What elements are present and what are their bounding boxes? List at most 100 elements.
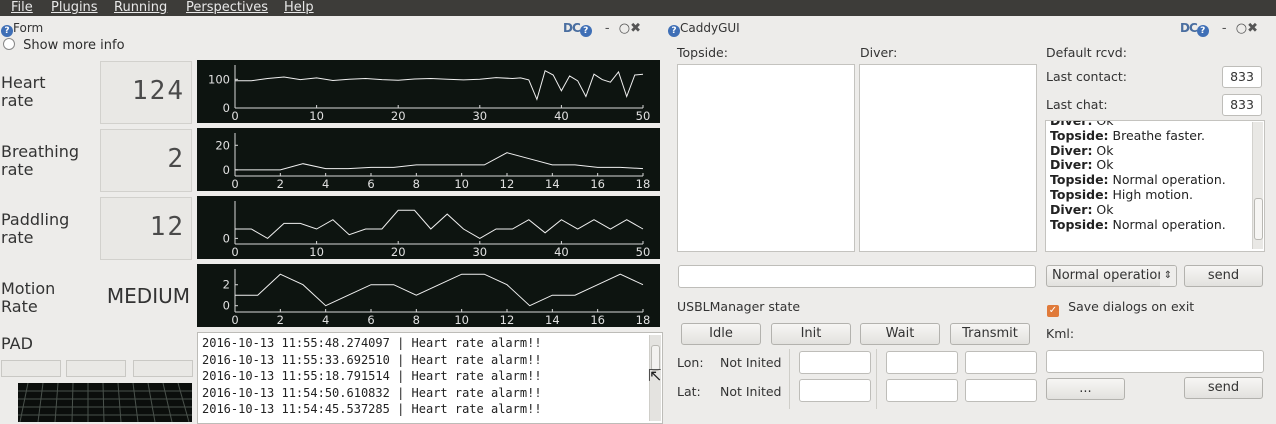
chat-scrollbar-thumb[interactable] — [1254, 198, 1263, 240]
close-icon[interactable]: ✖ — [1247, 21, 1258, 36]
init-button[interactable]: Init — [771, 323, 851, 345]
x-tick-label: 2 — [277, 313, 284, 327]
radio-show-more[interactable] — [3, 38, 15, 50]
lat-field-1[interactable] — [799, 379, 871, 402]
y-tick-label: 0 — [223, 101, 230, 115]
lon-label: Lon: — [677, 355, 704, 370]
menu-help[interactable]: Help — [284, 0, 314, 15]
x-tick-label: 18 — [636, 177, 651, 191]
send-button[interactable]: send — [1184, 265, 1263, 287]
float-icon[interactable]: ○ — [1236, 21, 1247, 36]
lat-field-3[interactable] — [965, 379, 1037, 402]
lon-field-2[interactable] — [886, 351, 958, 374]
lat-label: Lat: — [677, 384, 701, 399]
x-tick-label: 30 — [472, 245, 487, 259]
divider — [789, 349, 790, 409]
x-tick-label: 10 — [454, 313, 469, 327]
lat-field-2[interactable] — [886, 379, 958, 402]
y-tick-label: 0 — [223, 231, 230, 245]
chat-message: Ok — [1092, 201, 1114, 217]
heart-rate-label-2: rate — [1, 91, 34, 110]
last-chat-value: 833 — [1222, 94, 1262, 116]
x-tick-label: 16 — [590, 177, 605, 191]
log-line: 2016-10-13 11:54:45.537285 | Heart rate … — [202, 402, 542, 416]
help-icon[interactable]: ? — [579, 25, 592, 37]
help-icon[interactable]: ? — [668, 25, 680, 37]
chat-message: High motion. — [1108, 186, 1193, 202]
menu-perspectives[interactable]: Perspectives — [186, 0, 268, 15]
x-tick-label: 14 — [545, 177, 560, 191]
diver-text-area[interactable] — [859, 64, 1037, 252]
paddling-rate-label-2: rate — [1, 228, 34, 247]
pad-3d-view[interactable] — [18, 383, 192, 422]
float-icon[interactable]: ○ — [619, 21, 630, 36]
wait-button[interactable]: Wait — [860, 323, 940, 345]
pad-spinbox-1[interactable] — [1, 360, 61, 377]
help-icon[interactable]: ? — [1, 25, 13, 37]
mode-select[interactable]: Normal operation ⇕ — [1046, 265, 1177, 287]
send-kml-button[interactable]: send — [1184, 377, 1263, 399]
show-more-label: Show more info — [23, 38, 125, 53]
pad-spinbox-3[interactable] — [133, 360, 193, 377]
motion-rate-label-1: Motion — [1, 279, 56, 298]
lon-field-1[interactable] — [799, 351, 871, 374]
chat-line: Topside: Breathe faster. — [1050, 128, 1226, 144]
paddling-rate-value: 12 — [149, 212, 185, 242]
heart-rate-label: Heart rate — [1, 74, 46, 110]
x-tick-label: 10 — [454, 177, 469, 191]
x-tick-label: 6 — [367, 313, 374, 327]
pad-spinbox-2[interactable] — [66, 360, 126, 377]
chat-message: Ok — [1092, 142, 1114, 158]
save-dialogs-checkbox[interactable]: ✓ — [1047, 305, 1059, 317]
alarm-log[interactable]: 2016-10-13 11:55:48.274097 | Heart rate … — [197, 332, 663, 424]
diver-label: Diver: — [860, 45, 898, 60]
lon-field-3[interactable] — [965, 351, 1037, 374]
last-chat-label: Last chat: — [1046, 97, 1108, 112]
x-tick-label: 0 — [231, 313, 238, 327]
chat-scrollbar[interactable] — [1252, 122, 1263, 249]
minimize-icon[interactable]: - — [1222, 21, 1227, 36]
chat-history[interactable]: Diver: Ok Topside: Breathe faster. Diver… — [1045, 120, 1265, 252]
motion-rate-label: Motion Rate — [1, 280, 55, 316]
x-tick-label: 8 — [413, 177, 420, 191]
close-icon[interactable]: ✖ — [630, 21, 641, 36]
x-tick-label: 0 — [231, 109, 238, 123]
log-line: 2016-10-13 11:55:33.692510 | Heart rate … — [202, 352, 542, 367]
pad-grid-graphic — [18, 383, 192, 422]
x-tick-label: 10 — [309, 109, 324, 123]
menu-file[interactable]: File — [11, 0, 33, 15]
heart-rate-display: 124 — [100, 61, 192, 124]
kml-input[interactable] — [1046, 350, 1264, 373]
show-more-row[interactable]: Show more info — [3, 38, 125, 53]
form-title: Form — [13, 21, 44, 35]
spinner-arrows-icon: ⇕ — [1160, 266, 1176, 286]
series-line — [235, 209, 644, 240]
x-tick-label: 16 — [590, 313, 605, 327]
minimize-icon[interactable]: - — [605, 21, 610, 36]
heart-rate-plot: 0 10 20 30 40 50 100 0 — [197, 60, 660, 123]
dock-icon[interactable]: DC — [563, 21, 581, 35]
caddy-window-controls: DC? - ○✖ — [1180, 21, 1258, 37]
help-icon[interactable]: ? — [1196, 25, 1209, 37]
x-tick-label: 12 — [500, 313, 515, 327]
series-line — [235, 152, 644, 171]
dock-icon[interactable]: DC — [1180, 21, 1198, 35]
menu-plugins[interactable]: Plugins — [51, 0, 98, 15]
last-contact-value: 833 — [1222, 66, 1262, 88]
menu-running[interactable]: Running — [114, 0, 167, 15]
y-tick-label: 20 — [215, 138, 230, 152]
heart-rate-chart: 0 10 20 30 40 50 100 0 — [208, 65, 650, 123]
message-input[interactable] — [678, 265, 1036, 288]
heart-rate-label-1: Heart — [1, 73, 46, 92]
pad-label: PAD — [1, 334, 33, 353]
transmit-button[interactable]: Transmit — [950, 323, 1030, 345]
save-dialogs-row[interactable]: ✓ Save dialogs on exit — [1047, 299, 1194, 317]
breathing-rate-label-1: Breathing — [1, 142, 80, 161]
browse-button[interactable]: ... — [1046, 378, 1125, 400]
breathing-rate-label: Breathing rate — [1, 143, 79, 179]
idle-button[interactable]: Idle — [681, 323, 761, 345]
x-tick-label: 40 — [554, 109, 569, 123]
x-tick-label: 20 — [391, 109, 406, 123]
breathing-rate-chart: 0 2 4 6 8 10 12 14 16 18 20 0 — [215, 133, 651, 191]
topside-text-area[interactable] — [677, 64, 855, 252]
